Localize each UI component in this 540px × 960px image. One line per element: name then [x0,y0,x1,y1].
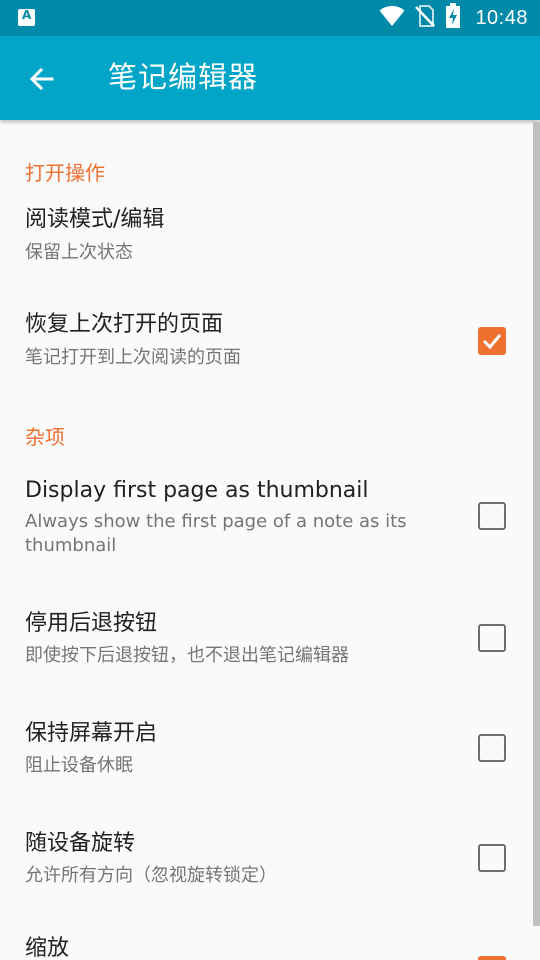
battery-charging-icon [445,3,461,33]
rotate-with-device-checkbox[interactable] [478,844,506,872]
pref-summary: 阻止设备休眠 [25,755,133,776]
pref-summary: 允许所有方向（忽视旋转锁定） [25,865,277,886]
page-title: 笔记编辑器 [108,60,259,94]
pref-title: Display first page as thumbnail [25,478,369,503]
pref-first-page-thumbnail[interactable]: Display first page as thumbnail Always s… [0,460,532,570]
zoom-checkbox[interactable] [478,956,506,960]
pref-title: 恢复上次打开的页面 [25,312,224,337]
pref-keep-screen-on[interactable]: 保持屏幕开启 阻止设备休眠 [0,710,532,800]
app-notification-icon [18,8,35,26]
wifi-icon [379,5,405,31]
settings-list[interactable]: 打开操作 阅读模式/编辑 保留上次状态 恢复上次打开的页面 笔记打开到上次阅读的… [0,120,540,960]
disable-back-button-checkbox[interactable] [478,624,506,652]
pref-summary: 笔记打开到上次阅读的页面 [25,347,241,368]
pref-read-mode-edit[interactable]: 阅读模式/编辑 保留上次状态 [0,198,532,280]
pref-summary: Always show the first page of a note as … [25,511,407,556]
status-bar: 10:48 [0,0,540,36]
pref-title: 阅读模式/编辑 [25,207,165,232]
section-header-misc: 杂项 [25,425,65,449]
section-header-open-actions: 打开操作 [25,161,105,185]
pref-summary: 即使按下后退按钮，也不退出笔记编辑器 [25,645,349,666]
pref-rotate-with-device[interactable]: 随设备旋转 允许所有方向（忽视旋转锁定） [0,820,532,910]
pref-summary: 保留上次状态 [25,242,133,263]
app-bar: 笔记编辑器 [0,36,540,120]
pref-zoom[interactable]: 缩放 [0,926,532,960]
pref-disable-back-button[interactable]: 停用后退按钮 即使按下后退按钮，也不退出笔记编辑器 [0,600,532,690]
restore-last-page-checkbox[interactable] [478,327,506,355]
no-sim-icon [415,4,436,32]
scrollbar[interactable] [533,122,540,926]
keep-screen-on-checkbox[interactable] [478,734,506,762]
pref-title: 随设备旋转 [25,831,136,856]
status-time: 10:48 [475,6,528,29]
pref-title: 停用后退按钮 [25,611,158,636]
arrow-back-icon[interactable] [26,63,58,95]
first-page-thumbnail-checkbox[interactable] [478,502,506,530]
pref-title: 缩放 [25,936,70,960]
pref-title: 保持屏幕开启 [25,721,158,746]
pref-restore-last-page[interactable]: 恢复上次打开的页面 笔记打开到上次阅读的页面 [0,300,532,400]
